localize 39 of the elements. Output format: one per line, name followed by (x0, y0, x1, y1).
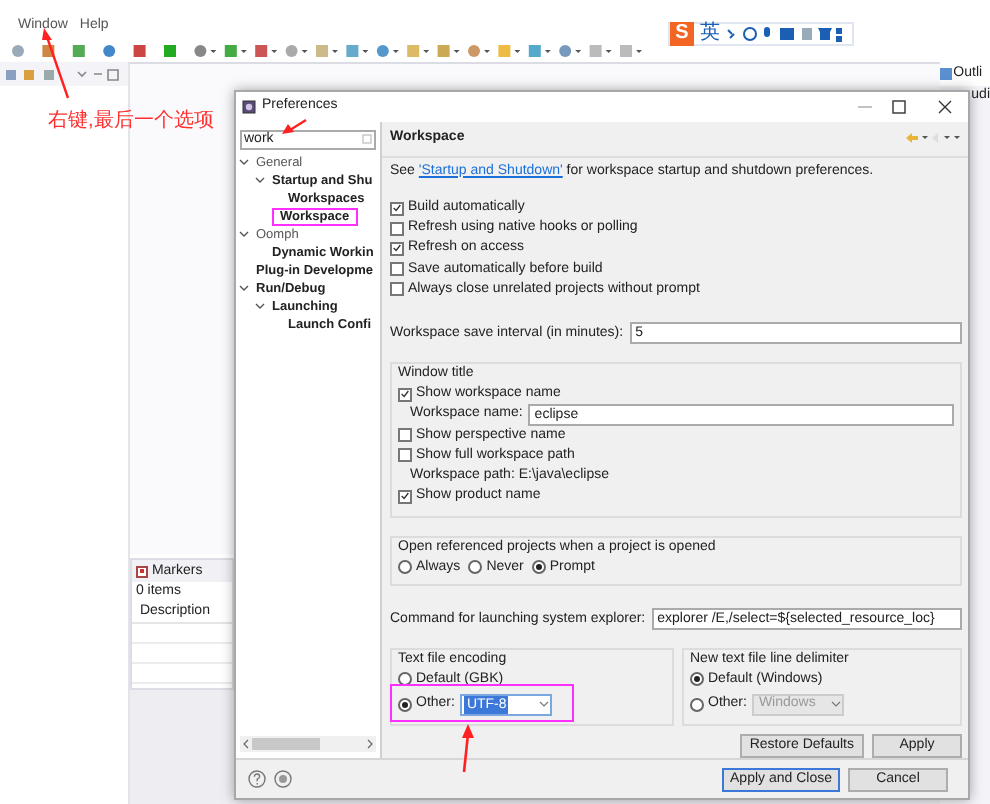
scroll-left-icon[interactable] (240, 738, 252, 751)
checkbox[interactable] (390, 241, 404, 256)
collapse-icon[interactable] (238, 282, 250, 295)
scroll-thumb[interactable] (252, 738, 320, 751)
help-icon[interactable] (248, 770, 266, 789)
horizontal-scrollbar[interactable] (240, 736, 376, 753)
checkbox[interactable] (398, 448, 412, 463)
scroll-right-icon[interactable] (364, 738, 376, 751)
checkbox[interactable] (390, 201, 404, 216)
input-mode-toggle[interactable]: 英 (700, 22, 720, 46)
close-icon[interactable] (938, 99, 952, 114)
annotation-arrow (456, 724, 476, 774)
app-icon (242, 99, 256, 114)
checkbox[interactable] (390, 282, 404, 297)
maximize-icon[interactable] (892, 99, 906, 114)
record-icon[interactable] (274, 770, 292, 789)
ime-icons-drawing (726, 26, 846, 42)
radio-button[interactable] (690, 672, 704, 687)
radio-button[interactable] (468, 560, 483, 575)
collapse-icon[interactable] (238, 228, 250, 241)
checkbox[interactable] (390, 262, 404, 277)
collapse-icon[interactable] (238, 156, 250, 169)
radio-button[interactable] (690, 697, 704, 712)
checkbox[interactable] (398, 489, 412, 504)
checkbox[interactable] (398, 387, 412, 401)
checkbox[interactable] (398, 428, 412, 443)
radio-button[interactable] (398, 697, 412, 712)
view-toolbar-drawing (4, 67, 124, 81)
annotation-arrow (282, 118, 308, 136)
collapse-icon[interactable] (254, 300, 266, 313)
collapse-icon[interactable] (254, 174, 266, 187)
annotation-note: 右键,最后一个选项 (48, 110, 214, 134)
radio-button[interactable] (398, 560, 412, 575)
checkbox[interactable] (390, 221, 404, 236)
navigation-icons-drawing[interactable] (904, 132, 960, 145)
dropdown-icon[interactable] (538, 698, 551, 711)
radio-button[interactable] (531, 560, 546, 575)
dropdown-icon[interactable] (830, 698, 843, 711)
markers-icon (135, 565, 148, 577)
